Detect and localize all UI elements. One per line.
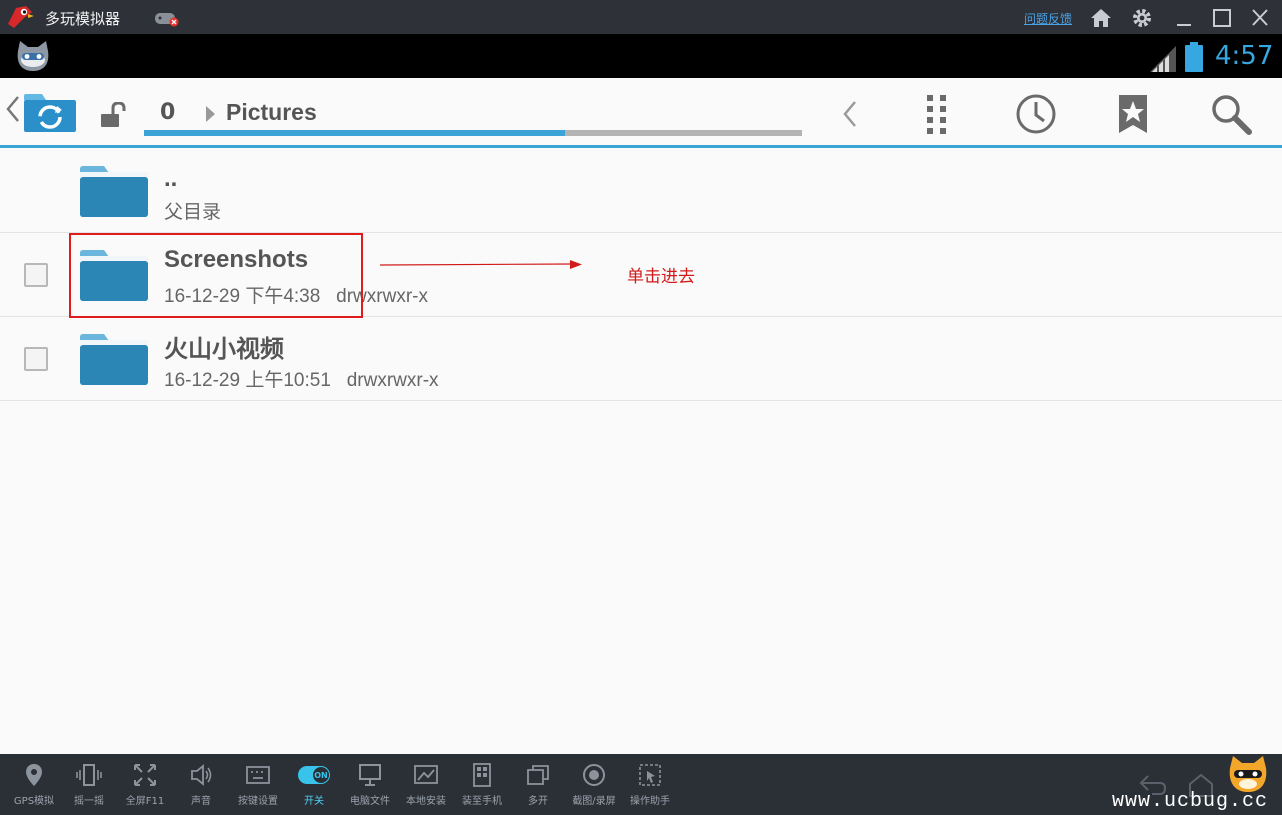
keyboard-icon [246,766,270,784]
file-meta: 父目录 [164,202,222,223]
app-title: 多玩模拟器 [45,10,121,28]
feedback-link[interactable]: 问题反馈 [1024,10,1072,27]
dock-label: 截图/录屏 [572,796,616,807]
dock-label: 全屏F11 [125,796,165,807]
duowan-bird-logo-icon [8,6,34,28]
monitor-icon [359,764,381,786]
dock-label: 装至手机 [462,796,502,807]
dock-key-settings[interactable]: 按键设置 [230,760,286,814]
signal-strength-icon [1150,46,1176,72]
dock-sound[interactable]: 声音 [173,760,229,814]
dock-screenshot-record[interactable]: 截图/录屏 [566,760,622,814]
annotation-text: 单击进去 [627,267,695,287]
unlock-icon[interactable] [99,102,127,128]
drawer-chevron-left-icon[interactable] [4,94,22,124]
dock-label: 声音 [191,796,211,807]
speaker-icon [191,764,212,786]
dock-gps[interactable]: GPS模拟 [6,760,62,814]
grid-view-icon[interactable] [916,92,960,136]
navigate-back-icon[interactable] [828,92,872,136]
dock-install-to-phone[interactable]: 装至手机 [454,760,510,814]
path-progress-fill [144,130,566,136]
maximize-icon[interactable] [1210,7,1234,29]
dock-multi-open[interactable]: 多开 [510,760,566,814]
folder-row-huoshan[interactable]: 火山小视频 16-12-29 上午10:51 drwxrwxr-x [0,317,1282,401]
fullscreen-icon [134,764,156,786]
folder-icon [80,334,148,385]
path-progress-bar [144,130,802,136]
phone-install-icon [473,763,491,787]
location-pin-icon [26,764,42,786]
site-watermark: www.ucbug.cc [1112,790,1269,813]
dock-label: 开关 [304,796,324,807]
dock-label: 本地安装 [406,796,446,807]
toggle-on-icon: ON [298,766,330,784]
helper-icon [639,764,661,786]
settings-gear-icon[interactable] [1130,7,1154,29]
install-icon [414,765,438,784]
emulator-title-bar: 多玩模拟器 问题反馈 [0,0,1282,34]
cat-mascot-icon [1229,756,1267,792]
record-icon [583,764,605,786]
breadcrumb-root-number[interactable]: 0 [160,100,175,125]
dock-local-install[interactable]: 本地安装 [398,760,454,814]
home-icon[interactable] [1089,7,1113,29]
file-meta: 16-12-29 上午10:51 drwxrwxr-x [164,370,439,391]
history-clock-icon[interactable] [1014,92,1058,136]
dock-label: GPS模拟 [13,796,55,807]
breadcrumb-separator-icon [206,106,215,122]
emulator-window: 多玩模拟器 问题反馈 4:57 0 Pictures .. 父目录 Screen… [0,0,1282,815]
folder-refresh-icon[interactable] [22,92,78,134]
emulator-dock: GPS模拟 摇一摇 全屏F11 声音 按键设置 ON 开关 电脑文件 本地安装 [0,754,1282,815]
dock-label: 电脑文件 [350,796,390,807]
dock-label: 操作助手 [630,796,670,807]
folder-icon [80,166,148,217]
dock-label: 多开 [528,796,548,807]
file-manager-toolbar: 0 Pictures [0,78,1282,148]
dock-fullscreen[interactable]: 全屏F11 [117,760,173,814]
multi-window-icon [527,765,549,785]
dock-helper[interactable]: 操作助手 [622,760,678,814]
bookmark-star-icon[interactable] [1111,92,1155,136]
battery-icon [1185,42,1203,72]
row-checkbox[interactable] [24,263,48,287]
search-icon[interactable] [1209,92,1253,136]
highlight-box [69,233,363,318]
file-name: 火山小视频 [164,336,284,363]
dock-pc-files[interactable]: 电脑文件 [342,760,398,814]
annotation-arrow-icon [379,260,582,269]
android-status-bar: 4:57 [0,34,1282,78]
close-icon[interactable] [1248,7,1272,29]
file-name: .. [164,165,178,192]
dock-label: 按键设置 [238,796,278,807]
status-clock: 4:57 [1215,41,1274,71]
shake-phone-icon [76,764,102,786]
minimize-icon[interactable] [1172,7,1196,29]
cat-mascot-icon [17,41,49,71]
gamepad-icon[interactable] [154,9,180,27]
dock-toggle[interactable]: ON 开关 [286,760,342,814]
toggle-text: ON [314,771,328,780]
parent-directory-row[interactable]: .. 父目录 [0,151,1282,233]
row-checkbox[interactable] [24,347,48,371]
breadcrumb-current-folder[interactable]: Pictures [226,99,317,126]
dock-label: 摇一摇 [74,796,104,807]
dock-shake[interactable]: 摇一摇 [61,760,117,814]
